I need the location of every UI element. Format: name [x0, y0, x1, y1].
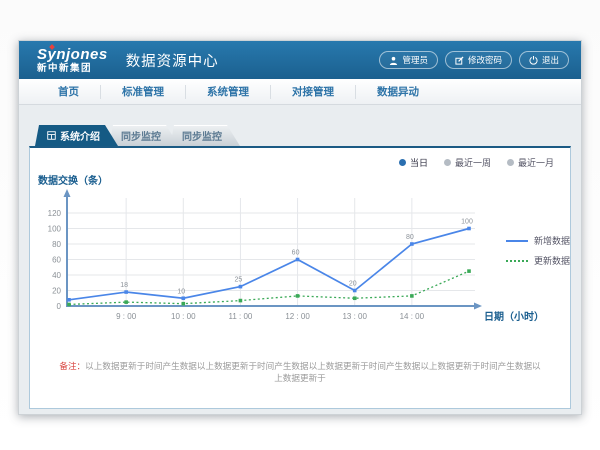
- change-password-label: 修改密码: [468, 54, 502, 66]
- power-icon: [529, 56, 538, 65]
- radio-last-month-label: 最近一月: [518, 156, 554, 169]
- synjones-logo: Synjones 新中新集团: [37, 47, 108, 74]
- tab-bar: 系统介绍 同步监控 同步监控: [35, 125, 231, 146]
- app-window: Synjones 新中新集团 数据资源中心 管理员 修改密码: [18, 40, 582, 415]
- radio-dot-icon: [399, 159, 406, 166]
- svg-text:10: 10: [177, 288, 185, 295]
- legend-updated-data: 更新数据: [506, 254, 570, 267]
- svg-text:11 : 00: 11 : 00: [228, 312, 252, 321]
- logo-subtitle: 新中新集团: [37, 64, 108, 74]
- nav-item-interface[interactable]: 对接管理: [271, 85, 356, 99]
- nav-item-home[interactable]: 首页: [37, 85, 101, 99]
- radio-last-month[interactable]: 最近一月: [507, 156, 554, 169]
- svg-text:60: 60: [292, 250, 300, 257]
- tab-system-intro[interactable]: 系统介绍: [35, 125, 118, 146]
- tab-sync-monitor-1[interactable]: 同步监控: [109, 125, 179, 146]
- svg-text:12 : 00: 12 : 00: [285, 312, 310, 321]
- footnote-prefix: 备注：: [59, 361, 85, 371]
- radio-dot-icon: [507, 159, 514, 166]
- svg-text:日期（小时）: 日期（小时）: [484, 310, 544, 323]
- svg-text:60: 60: [52, 256, 61, 265]
- svg-text:25: 25: [235, 277, 243, 284]
- nav-item-system[interactable]: 系统管理: [186, 85, 271, 99]
- main-nav: 首页 标准管理 系统管理 对接管理 数据异动: [19, 79, 581, 105]
- logo-wordmark: Synjones: [37, 47, 108, 62]
- page-title: 数据资源中心: [126, 50, 219, 71]
- svg-text:0: 0: [57, 302, 62, 311]
- tab-label: 同步监控: [182, 128, 222, 143]
- svg-text:数据交换（条）: 数据交换（条）: [38, 174, 108, 187]
- radio-last-week-label: 最近一周: [455, 156, 491, 169]
- legend-new-data-label: 新增数据: [534, 234, 570, 247]
- nav-item-standards[interactable]: 标准管理: [101, 85, 186, 99]
- change-password-button[interactable]: 修改密码: [445, 51, 512, 69]
- svg-text:80: 80: [406, 234, 414, 241]
- svg-text:10 : 00: 10 : 00: [171, 312, 196, 321]
- chart-panel: 当日 最近一周 最近一月 0 20 40 60 80 100 120 9 : 00 10 : 0…: [29, 146, 571, 409]
- edit-icon: [455, 56, 464, 65]
- svg-text:14 : 00: 14 : 00: [400, 312, 425, 321]
- svg-text:100: 100: [461, 219, 473, 226]
- svg-text:20: 20: [349, 281, 357, 288]
- radio-last-week[interactable]: 最近一周: [444, 156, 491, 169]
- svg-text:100: 100: [48, 225, 62, 234]
- radio-today[interactable]: 当日: [399, 156, 428, 169]
- app-header: Synjones 新中新集团 数据资源中心 管理员 修改密码: [19, 41, 581, 79]
- svg-text:80: 80: [52, 240, 61, 249]
- user-icon: [389, 56, 398, 65]
- logout-button[interactable]: 退出: [519, 51, 569, 69]
- time-range-filter: 当日 最近一周 最近一月: [399, 156, 554, 169]
- user-menu: 管理员 修改密码 退出: [379, 51, 569, 69]
- solid-line-icon: [506, 240, 528, 242]
- admin-user-label: 管理员: [402, 54, 428, 66]
- footnote-text: 以上数据更新于时间产生数据以上数据更新于时间产生数据以上数据更新于时间产生数据以…: [85, 361, 540, 383]
- radio-dot-icon: [444, 159, 451, 166]
- dotted-line-icon: [506, 260, 528, 262]
- admin-user-button[interactable]: 管理员: [379, 51, 438, 69]
- chart-legend: 新增数据 更新数据: [506, 234, 570, 267]
- nav-item-datachange[interactable]: 数据异动: [356, 85, 440, 99]
- radio-today-label: 当日: [410, 156, 428, 169]
- svg-text:13 : 00: 13 : 00: [342, 312, 367, 321]
- svg-text:9 : 00: 9 : 00: [116, 312, 137, 321]
- tab-label: 系统介绍: [60, 128, 100, 143]
- svg-text:20: 20: [52, 287, 61, 296]
- tab-label: 同步监控: [121, 128, 161, 143]
- screenshot-stage: Synjones 新中新集团 数据资源中心 管理员 修改密码: [0, 0, 600, 450]
- svg-text:18: 18: [120, 282, 128, 289]
- grid-doc-icon: [47, 131, 56, 140]
- legend-updated-data-label: 更新数据: [534, 254, 570, 267]
- content-area: 系统介绍 同步监控 同步监控 当日 最近一周: [19, 105, 581, 414]
- legend-new-data: 新增数据: [506, 234, 570, 247]
- logo-text: Synjones: [37, 46, 108, 63]
- logout-label: 退出: [542, 54, 559, 66]
- footnote: 备注：以上数据更新于时间产生数据以上数据更新于时间产生数据以上数据更新于时间产生…: [30, 360, 570, 384]
- svg-text:120: 120: [48, 209, 62, 218]
- svg-text:40: 40: [52, 271, 61, 280]
- tab-sync-monitor-2[interactable]: 同步监控: [170, 125, 240, 146]
